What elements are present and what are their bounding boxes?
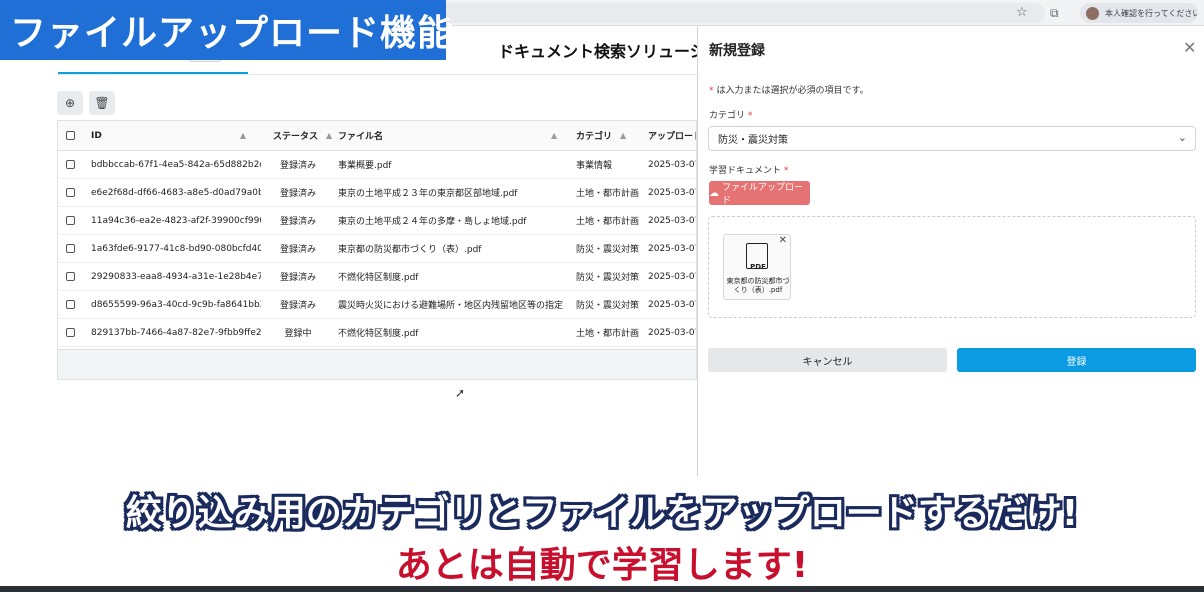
row-checkbox[interactable] (66, 272, 75, 281)
row-checkbox[interactable] (66, 160, 75, 169)
close-icon[interactable]: ✕ (1183, 38, 1196, 57)
avatar (1086, 6, 1099, 20)
bookmark-star-icon[interactable]: ☆ (1016, 3, 1028, 23)
select-all-checkbox[interactable] (66, 131, 75, 140)
new-registration-drawer: 新規登録 ✕ * は入力または選択が必須の項目です。 カテゴリ * 防災・震災対策… (697, 26, 1204, 476)
drawer-title: 新規登録 (709, 43, 765, 59)
cell-date: 2025-03-07 (648, 271, 697, 282)
video-caption-banner: ファイルアップロード機能 (0, 0, 453, 60)
caption-text: ファイルアップロード機能 (10, 13, 455, 54)
cell-date: 2025-03-07 (648, 187, 697, 198)
table-row[interactable]: d8655599-96a3-40cd-9c9b-fa8641bb240d 登録済… (58, 291, 697, 319)
documents-table: ID▲ ステータス▲ ファイル名▲ カテゴリ▲ アップロード日 bdbbccab… (57, 120, 697, 380)
header-divider (58, 74, 698, 75)
profile-chip[interactable]: 本人確認を行ってください (1080, 3, 1198, 23)
cancel-button[interactable]: キャンセル (708, 348, 947, 372)
cell-status: 登録済み (279, 189, 316, 199)
cell-status: 登録済み (279, 161, 316, 171)
file-dropzone[interactable]: ✕ PDF 東京都の防災都市づくり（表）.pdf (708, 216, 1196, 318)
column-header-category[interactable]: カテゴリ ▲ (576, 121, 641, 150)
table-row[interactable]: 829137bb-7466-4a87-82e7-9fbb9ffe262b 登録中… (58, 319, 697, 347)
sort-icon: ▲ (239, 131, 246, 140)
row-checkbox[interactable] (66, 216, 75, 225)
uploaded-file-name: 東京都の防災都市づくり（表）.pdf (726, 277, 790, 294)
category-label: カテゴリ * (709, 111, 753, 121)
cell-id: 11a94c36-ea2e-4823-af2f-39900cf990d7 (91, 215, 261, 226)
table-row[interactable]: bdbbccab-67f1-4ea5-842a-65d882b2d047 登録済… (58, 151, 697, 179)
cell-filename: 東京都の防災都市づくり（表）.pdf (338, 245, 482, 255)
profile-label: 本人確認を行ってください (1105, 8, 1198, 18)
table-row[interactable]: 11a94c36-ea2e-4823-af2f-39900cf990d7 登録済… (58, 207, 697, 235)
register-button[interactable]: 登録 (957, 348, 1196, 372)
cell-filename: 震災時火災における避難場所・地区内残留地区等の指定.pdf (338, 301, 563, 311)
cell-status: 登録中 (284, 329, 312, 339)
sort-icon: ▲ (326, 131, 333, 140)
cell-id: 29290833-eaa8-4934-a31e-1e28b4e77731 (91, 271, 261, 282)
delete-button[interactable]: 🗑 (89, 91, 115, 115)
row-checkbox[interactable] (66, 328, 75, 337)
cell-id: e6e2f68d-df66-4683-a8e5-d0ad79a0b7ad (91, 187, 261, 198)
required-asterisk: * (783, 166, 789, 176)
column-header-id[interactable]: ID ▲ (91, 121, 261, 150)
table-footer (58, 349, 696, 379)
cell-filename: 東京の土地平成２３年の東京都区部地域.pdf (338, 189, 518, 199)
trash-icon: 🗑 (94, 96, 110, 110)
cell-id: bdbbccab-67f1-4ea5-842a-65d882b2d047 (91, 159, 261, 170)
cell-id: d8655599-96a3-40cd-9c9b-fa8641bb240d (91, 299, 261, 310)
cell-date: 2025-03-07 (648, 215, 697, 226)
cell-status: 登録済み (279, 217, 316, 227)
cell-filename: 不燃化特区制度.pdf (338, 329, 419, 339)
cell-category: 防災・震災対策 (576, 245, 640, 255)
table-row[interactable]: e6e2f68d-df66-4683-a8e5-d0ad79a0b7ad 登録済… (58, 179, 697, 207)
cell-date: 2025-03-07 (648, 243, 697, 254)
column-header-filename[interactable]: ファイル名 ▲ (338, 121, 563, 150)
cell-status: 登録済み (279, 245, 316, 255)
cell-filename: 東京の土地平成２４年の多摩・島しょ地域.pdf (338, 217, 527, 227)
subtitle-line-1: 絞り込み用のカテゴリとファイルをアップロードするだけ! (125, 493, 1079, 534)
cell-date: 2025-03-07 (648, 299, 697, 310)
row-checkbox[interactable] (66, 244, 75, 253)
category-select[interactable]: 防災・震災対策 ⌄ (708, 126, 1196, 151)
cell-id: 829137bb-7466-4a87-82e7-9fbb9ffe262b (91, 327, 261, 338)
chevron-down-icon: ⌄ (1177, 131, 1187, 144)
column-header-upload-date[interactable]: アップロード日 (648, 121, 696, 150)
add-circle-icon: ⊕ (64, 96, 76, 110)
document-label: 学習ドキュメント * (709, 166, 789, 176)
cell-category: 土地・都市計画 (576, 217, 640, 227)
file-type-label: PDF (750, 263, 766, 271)
cell-category: 土地・都市計画 (576, 189, 640, 199)
subtitle-line-2: あとは自動で学習します! (395, 545, 809, 586)
uploaded-file-card: ✕ PDF 東京都の防災都市づくり（表）.pdf (723, 234, 791, 300)
required-asterisk: * (709, 86, 714, 96)
table-row[interactable]: 1a63fde6-9177-41c8-bd90-080bcfd40d99 登録済… (58, 235, 697, 263)
cell-filename: 事業概要.pdf (338, 161, 392, 171)
required-note: * は入力または選択が必須の項目です。 (709, 86, 869, 96)
extensions-icon[interactable]: ⧉ (1050, 3, 1059, 23)
file-upload-button[interactable]: ☁ ファイルアップロード (709, 181, 810, 206)
cell-category: 防災・震災対策 (576, 273, 640, 283)
cell-category: 土地・都市計画 (576, 329, 640, 339)
cell-date: 2025-03-07 (648, 327, 697, 338)
sort-icon: ▲ (551, 131, 558, 140)
row-checkbox[interactable] (66, 188, 75, 197)
row-checkbox[interactable] (66, 300, 75, 309)
table-header-row: ID▲ ステータス▲ ファイル名▲ カテゴリ▲ アップロード日 (58, 121, 696, 151)
cell-category: 防災・震災対策 (576, 301, 640, 311)
cell-id: 1a63fde6-9177-41c8-bd90-080bcfd40d99 (91, 243, 261, 254)
table-row[interactable]: 29290833-eaa8-4934-a31e-1e28b4e77731 登録済… (58, 263, 697, 291)
remove-file-icon[interactable]: ✕ (779, 235, 787, 246)
sort-icon: ▲ (620, 131, 627, 140)
cell-status: 登録済み (279, 301, 316, 311)
cell-status: 登録済み (279, 273, 316, 283)
cloud-upload-icon: ☁ (709, 187, 719, 199)
required-asterisk: * (747, 111, 753, 121)
cell-category: 事業情報 (576, 161, 613, 171)
column-header-status[interactable]: ステータス ▲ (273, 121, 333, 150)
cell-filename: 不燃化特区制度.pdf (338, 273, 419, 283)
mouse-cursor-icon: ➚ (455, 386, 466, 400)
add-button[interactable]: ⊕ (57, 91, 83, 115)
cell-date: 2025-03-07 (648, 159, 697, 170)
